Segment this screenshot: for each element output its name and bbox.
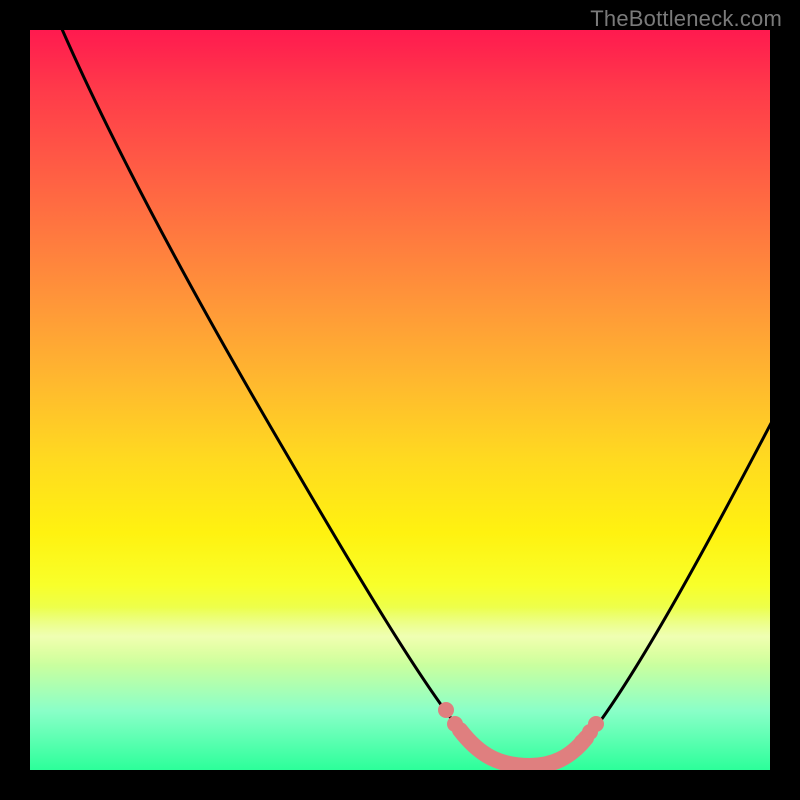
chart-plot-area (30, 30, 770, 770)
bottleneck-curve-path (58, 30, 770, 766)
watermark-text: TheBottleneck.com (590, 6, 782, 32)
optimal-range-marker (438, 702, 604, 766)
chart-svg (30, 30, 770, 770)
